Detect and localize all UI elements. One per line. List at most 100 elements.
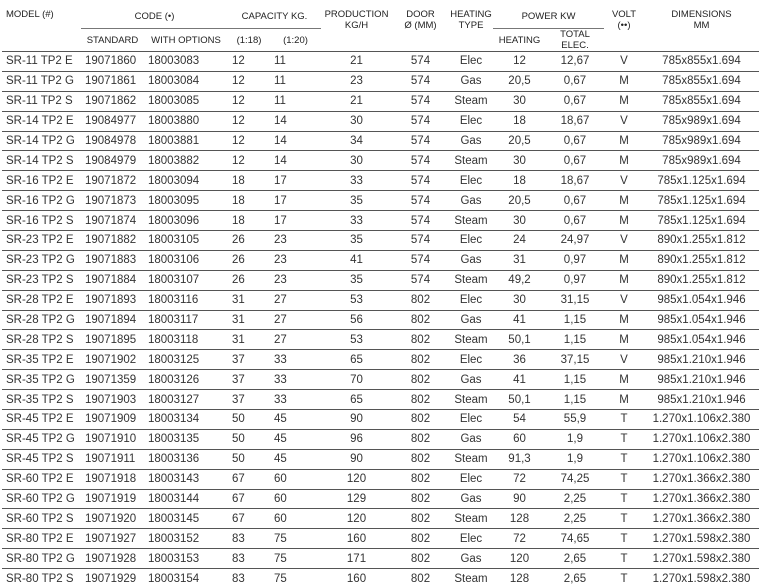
- header-with-options: WITH OPTIONS: [144, 29, 228, 52]
- cell-code-options: 18003143: [144, 469, 228, 489]
- cell-production: 65: [321, 350, 392, 370]
- cell-volt: M: [604, 390, 644, 410]
- cell-volt: M: [604, 330, 644, 350]
- table-row: SR-11 TP2 G1907186118003084121123574Gas2…: [2, 71, 759, 91]
- header-heating-type: HEATING TYPE: [449, 5, 493, 52]
- table-row: SR-14 TP2 E1908497718003880121430574Elec…: [2, 111, 759, 131]
- cell-capacity-118: 12: [228, 111, 270, 131]
- cell-heating-type: Steam: [449, 270, 493, 290]
- cell-power-heating: 20,5: [493, 71, 546, 91]
- cell-code-standard: 19071929: [81, 569, 144, 588]
- header-door-line2: Ø (MM): [392, 20, 449, 31]
- table-row: SR-14 TP2 S1908497918003882121430574Stea…: [2, 151, 759, 171]
- cell-volt: M: [604, 211, 644, 231]
- cell-heating-type: Elec: [449, 111, 493, 131]
- table-row: SR-16 TP2 G1907187318003095181735574Gas2…: [2, 191, 759, 211]
- cell-model: SR-16 TP2 S: [2, 211, 81, 231]
- header-power: POWER KW: [493, 5, 604, 29]
- cell-power-heating: 24: [493, 231, 546, 251]
- cell-model: SR-45 TP2 G: [2, 429, 81, 449]
- cell-code-standard: 19071860: [81, 52, 144, 72]
- cell-power-total: 74,25: [546, 469, 604, 489]
- cell-capacity-120: 11: [270, 71, 321, 91]
- cell-volt: T: [604, 549, 644, 569]
- cell-capacity-120: 11: [270, 91, 321, 111]
- table-row: SR-80 TP2 G19071928180031538375171802Gas…: [2, 549, 759, 569]
- cell-capacity-120: 23: [270, 231, 321, 251]
- cell-power-heating: 49,2: [493, 270, 546, 290]
- cell-model: SR-80 TP2 G: [2, 549, 81, 569]
- cell-door: 802: [392, 549, 449, 569]
- cell-production: 35: [321, 231, 392, 251]
- table-row: SR-16 TP2 E1907187218003094181733574Elec…: [2, 171, 759, 191]
- cell-capacity-120: 23: [270, 270, 321, 290]
- cell-door: 802: [392, 390, 449, 410]
- cell-capacity-118: 37: [228, 390, 270, 410]
- cell-model: SR-16 TP2 E: [2, 171, 81, 191]
- cell-dimensions: 1.270x1.106x2.380: [644, 410, 759, 430]
- cell-heating-type: Gas: [449, 310, 493, 330]
- cell-power-total: 0,67: [546, 71, 604, 91]
- header-power-heating: HEATING: [493, 29, 546, 52]
- cell-dimensions: 890x1.255x1.812: [644, 231, 759, 251]
- cell-production: 90: [321, 410, 392, 430]
- cell-code-standard: 19084979: [81, 151, 144, 171]
- header-power-total: TOTAL ELEC.: [546, 29, 604, 52]
- cell-code-standard: 19071874: [81, 211, 144, 231]
- cell-heating-type: Elec: [449, 410, 493, 430]
- cell-capacity-118: 67: [228, 509, 270, 529]
- table-row: SR-45 TP2 G1907191018003135504596802Gas6…: [2, 429, 759, 449]
- cell-capacity-120: 27: [270, 330, 321, 350]
- cell-door: 802: [392, 529, 449, 549]
- cell-code-options: 18003085: [144, 91, 228, 111]
- cell-volt: M: [604, 71, 644, 91]
- cell-door: 574: [392, 111, 449, 131]
- cell-production: 160: [321, 569, 392, 588]
- cell-model: SR-23 TP2 G: [2, 250, 81, 270]
- cell-code-options: 18003117: [144, 310, 228, 330]
- cell-heating-type: Steam: [449, 211, 493, 231]
- cell-model: SR-11 TP2 E: [2, 52, 81, 72]
- cell-power-heating: 50,1: [493, 330, 546, 350]
- cell-code-options: 18003083: [144, 52, 228, 72]
- cell-code-options: 18003095: [144, 191, 228, 211]
- cell-heating-type: Gas: [449, 549, 493, 569]
- cell-power-total: 0,97: [546, 250, 604, 270]
- cell-code-standard: 19071903: [81, 390, 144, 410]
- cell-dimensions: 785x1.125x1.694: [644, 191, 759, 211]
- header-capacity: CAPACITY KG.: [228, 5, 321, 29]
- cell-door: 574: [392, 211, 449, 231]
- cell-code-standard: 19071928: [81, 549, 144, 569]
- cell-volt: T: [604, 509, 644, 529]
- cell-heating-type: Elec: [449, 231, 493, 251]
- cell-heating-type: Steam: [449, 509, 493, 529]
- cell-volt: V: [604, 350, 644, 370]
- header-production-line1: PRODUCTION: [321, 9, 392, 20]
- cell-code-standard: 19071895: [81, 330, 144, 350]
- cell-volt: V: [604, 290, 644, 310]
- cell-capacity-118: 12: [228, 131, 270, 151]
- cell-volt: T: [604, 569, 644, 588]
- table-row: SR-45 TP2 E1907190918003134504590802Elec…: [2, 410, 759, 430]
- cell-code-options: 18003125: [144, 350, 228, 370]
- cell-power-total: 2,25: [546, 509, 604, 529]
- cell-capacity-120: 17: [270, 211, 321, 231]
- cell-capacity-118: 26: [228, 250, 270, 270]
- cell-heating-type: Elec: [449, 350, 493, 370]
- cell-dimensions: 1.270x1.366x2.380: [644, 489, 759, 509]
- cell-volt: M: [604, 131, 644, 151]
- cell-capacity-118: 37: [228, 370, 270, 390]
- cell-dimensions: 785x855x1.694: [644, 91, 759, 111]
- cell-capacity-120: 45: [270, 429, 321, 449]
- cell-power-total: 18,67: [546, 171, 604, 191]
- cell-door: 574: [392, 191, 449, 211]
- cell-capacity-118: 67: [228, 489, 270, 509]
- cell-power-heating: 12: [493, 52, 546, 72]
- cell-capacity-120: 17: [270, 171, 321, 191]
- cell-code-standard: 19084977: [81, 111, 144, 131]
- cell-code-standard: 19071872: [81, 171, 144, 191]
- cell-capacity-120: 14: [270, 151, 321, 171]
- cell-power-total: 1,15: [546, 310, 604, 330]
- cell-code-options: 18003084: [144, 71, 228, 91]
- cell-volt: T: [604, 429, 644, 449]
